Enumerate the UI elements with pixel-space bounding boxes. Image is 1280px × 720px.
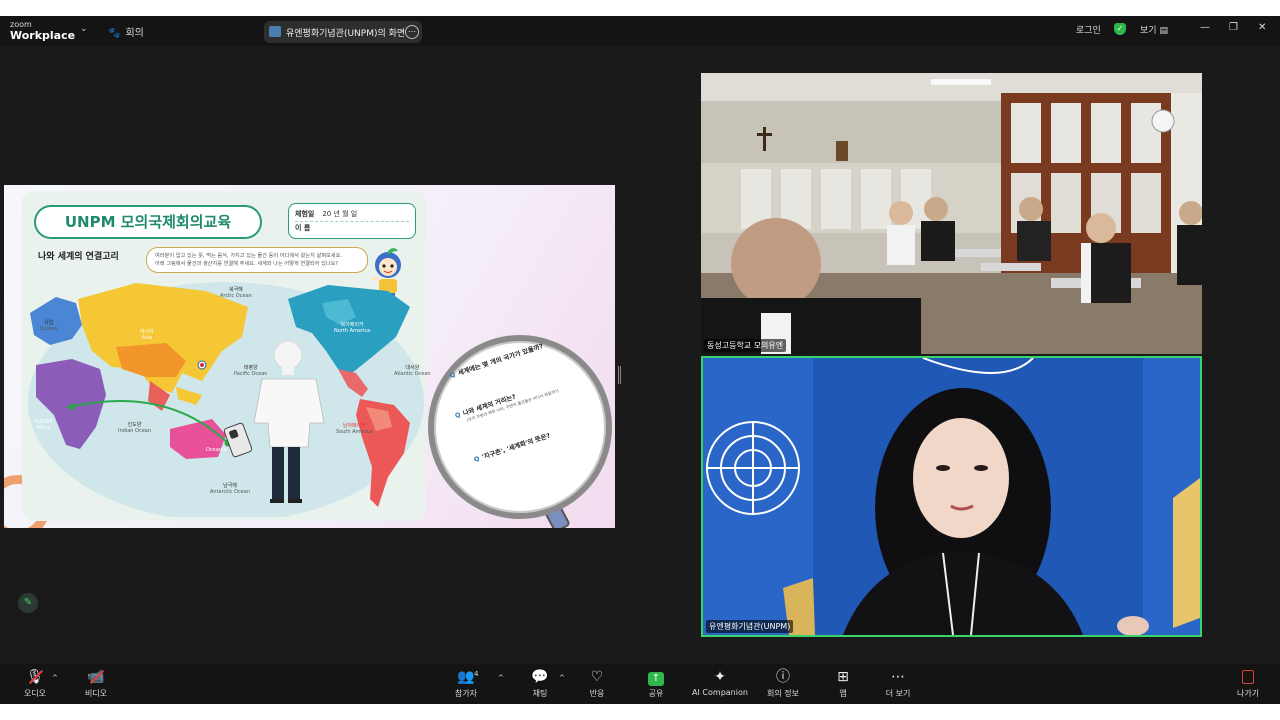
zoom-logo[interactable]: zoom Workplace <box>10 20 75 41</box>
audio-label: 오디오 <box>23 689 47 698</box>
heart-icon: ♡ <box>590 669 604 685</box>
label-pacific: 태평양 Pacific Ocean <box>234 365 268 377</box>
world-map <box>28 282 424 517</box>
camera-off-icon: 📹 <box>66 668 126 686</box>
view-label: 보기 <box>1140 26 1157 36</box>
share-label: 공유 <box>648 689 664 698</box>
meeting-label: 회의 <box>125 28 144 39</box>
leave-label: 나가기 <box>1236 689 1260 698</box>
annotate-pencil-icon[interactable]: ✎ <box>18 593 38 613</box>
apps-icon: ⊞ <box>837 669 849 685</box>
audio-options-caret-icon[interactable]: ^ <box>52 674 58 682</box>
sparkle-icon: ✦ <box>714 669 726 685</box>
video-label: 비디오 <box>84 689 108 698</box>
react-label: 반응 <box>589 689 605 698</box>
video-button[interactable]: 📹 비디오 <box>66 668 126 699</box>
share-thumbnail-icon <box>269 26 281 37</box>
meeting-menu[interactable]: 🐾 회의 <box>108 24 144 39</box>
chat-caret-icon[interactable]: ^ <box>559 674 565 682</box>
info-icon: ⓘ <box>776 669 790 685</box>
label-oceania: Oceania <box>206 447 227 453</box>
close-icon[interactable]: ✕ <box>1258 22 1266 33</box>
share-button[interactable]: ↑ 공유 <box>626 668 686 699</box>
login-link[interactable]: 로그인 <box>1076 23 1101 36</box>
top-bar: zoom Workplace ⌄ 🐾 회의 유엔평화기념관(UNPM)의 화면 ⋯… <box>0 16 1280 46</box>
info-label: 회의 정보 <box>767 689 799 698</box>
label-indian: 인도양 Indian Ocean <box>118 422 152 434</box>
slide-subtitle: 나와 세계의 연결고리 <box>38 252 119 262</box>
view-menu[interactable]: 보기 ▤ <box>1140 23 1168 36</box>
share-title: 유엔평화기념관(UNPM)의 화면 <box>286 29 406 39</box>
label-antarctic: 남극해 Antarctic Ocean <box>210 483 250 495</box>
view-layout-icon: ▤ <box>1159 26 1168 36</box>
label-africa: 아프리카 Africa <box>34 419 53 431</box>
apps-label: 앱 <box>839 689 847 698</box>
slide-title: UNPM 모의국제회의교육 <box>34 205 262 239</box>
react-button[interactable]: ♡ 반응 <box>567 668 627 699</box>
instruction-bubble: 여러분이 입고 있는 옷, 먹는 음식, 가지고 있는 물건 등이 어디에서 왔… <box>146 247 368 273</box>
zoom-app: zoom Workplace ⌄ 🐾 회의 유엔평화기념관(UNPM)의 화면 ⋯… <box>0 16 1280 704</box>
meeting-toolbar: 🎙 오디오 ^ 📹 비디오 👥4 참가자 ^ 💬 채팅 ^ ♡ 반응 ↑ 공유 … <box>0 664 1280 704</box>
participants-icon: 👥 4 <box>436 668 496 686</box>
magnifier-questions <box>428 335 612 519</box>
shared-slide: UNPM 모의국제회의교육 체험일 20 년 월 일 이 름 나와 세계의 연결고… <box>4 185 615 528</box>
minimize-icon[interactable]: — <box>1200 22 1210 33</box>
video-tile-speaker[interactable]: 유엔평화기념관(UNPM) <box>701 356 1202 637</box>
exit-icon <box>1218 668 1278 686</box>
chevron-down-icon[interactable]: ⌄ <box>80 24 88 34</box>
label-north-america: 북아메리카 North America <box>334 322 371 334</box>
chat-button[interactable]: 💬 채팅 <box>510 668 570 699</box>
ai-companion-button[interactable]: ✦ AI Companion <box>690 668 750 697</box>
label-south-america: 남아메리카 South America <box>336 423 373 435</box>
chat-label: 채팅 <box>532 689 548 698</box>
participants-caret-icon[interactable]: ^ <box>498 674 504 682</box>
apps-button[interactable]: ⊞ 앱 <box>813 668 873 699</box>
date-label: 체험일 <box>295 210 315 218</box>
instruction-line-2: 아래 그림에서 물건과 생산지를 연결해 주세요. 세계와 나는 어떻게 연결되… <box>155 261 339 267</box>
speaker-video <box>703 358 1200 635</box>
participant-name: 동성고등학교 모의유엔 <box>704 339 787 352</box>
label-asia: 아시아 Asia <box>140 329 154 341</box>
search-icon: Q <box>453 410 462 420</box>
share-screen-icon: ↑ <box>626 668 686 686</box>
more-options-icon[interactable]: ⋯ <box>405 25 419 39</box>
leave-button[interactable]: 나가기 <box>1218 668 1278 699</box>
search-icon: Q <box>448 370 457 380</box>
audio-button[interactable]: 🎙 오디오 <box>5 668 65 699</box>
more-label: 더 보기 <box>885 689 911 698</box>
label-europe: 유럽 Europe <box>40 320 58 332</box>
name-label: 이 름 <box>295 224 311 232</box>
participants-button[interactable]: 👥 4 참가자 <box>436 668 496 699</box>
label-arctic: 북극해 Arctic Ocean <box>220 287 252 299</box>
classroom-video <box>701 73 1202 354</box>
participants-label: 참가자 <box>454 689 478 698</box>
more-button[interactable]: ⋯ 더 보기 <box>868 668 928 699</box>
logo-big: Workplace <box>10 29 76 42</box>
label-atlantic: 대서양 Atlantic Ocean <box>394 365 431 377</box>
shared-screen-pill[interactable]: 유엔평화기념관(UNPM)의 화면 ⋯ <box>264 21 422 43</box>
more-icon: ⋯ <box>891 669 905 685</box>
shield-check-icon[interactable]: ✓ <box>1114 23 1126 35</box>
instruction-line-1: 여러분이 입고 있는 옷, 먹는 음식, 가지고 있는 물건 등이 어디에서 왔… <box>155 253 342 259</box>
date-fields: 20 년 월 일 <box>322 210 358 218</box>
participants-count: 4 <box>474 670 479 678</box>
meeting-info-button[interactable]: ⓘ 회의 정보 <box>753 668 813 699</box>
restore-icon[interactable]: ❐ <box>1229 22 1238 33</box>
ai-label: AI Companion <box>692 688 748 697</box>
split-resize-handle[interactable] <box>618 366 621 384</box>
video-tile-classroom[interactable]: 동성고등학교 모의유엔 <box>701 73 1202 354</box>
participant-name: 유엔평화기념관(UNPM) <box>706 620 794 633</box>
paw-icon: 🐾 <box>108 28 121 39</box>
search-icon: Q <box>472 454 481 464</box>
date-name-box: 체험일 20 년 월 일 이 름 <box>288 203 416 239</box>
